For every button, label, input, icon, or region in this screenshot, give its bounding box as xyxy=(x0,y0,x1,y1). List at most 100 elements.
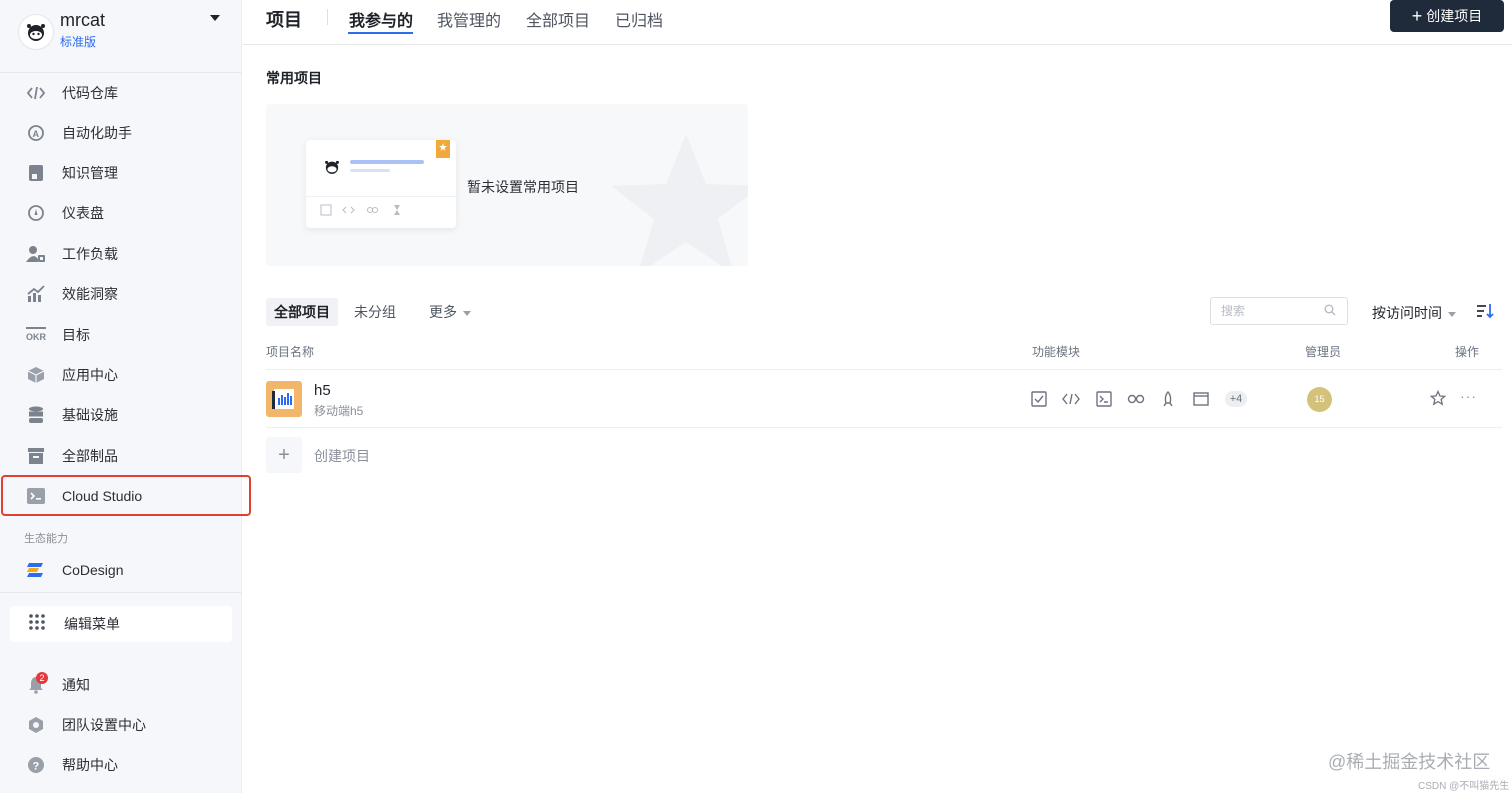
bookmark-star-icon xyxy=(436,140,450,158)
plus-icon: + xyxy=(1411,6,1423,26)
divider xyxy=(266,369,1502,370)
sidebar-item-label: 工作负载 xyxy=(62,246,118,262)
sidebar-item-label: 通知 xyxy=(62,677,90,693)
sidebar-item-okr[interactable]: OKR 目标 xyxy=(0,315,242,355)
highlight-box xyxy=(1,475,251,516)
workload-icon xyxy=(26,244,46,264)
team-switcher[interactable]: mrcat 标准版 xyxy=(18,8,228,58)
project-icon[interactable] xyxy=(266,381,302,417)
pipeline-module-icon[interactable] xyxy=(1127,390,1145,408)
sidebar-item-label: 目标 xyxy=(62,327,90,343)
tab-all-projects[interactable]: 全部项目 xyxy=(526,7,590,31)
edit-menu-button[interactable]: 编辑菜单 xyxy=(10,606,232,642)
create-project-label: 创建项目 xyxy=(1426,8,1483,24)
sidebar-item-codesign[interactable]: CoDesign xyxy=(0,550,242,590)
filter-all-projects[interactable]: 全部项目 xyxy=(266,298,338,326)
favorites-empty-text: 暂未设置常用项目 xyxy=(467,179,579,195)
favorite-star-icon[interactable] xyxy=(1430,390,1446,406)
sidebar-item-knowledge[interactable]: 知识管理 xyxy=(0,153,242,193)
sidebar-item-infra[interactable]: 基础设施 xyxy=(0,395,242,435)
chevron-down-icon xyxy=(1447,311,1456,317)
svg-text:?: ? xyxy=(33,761,40,773)
sort-order-icon[interactable] xyxy=(1476,303,1494,319)
tab-archived[interactable]: 已归档 xyxy=(615,7,663,31)
divider xyxy=(0,592,242,593)
sort-dropdown[interactable]: 按访问时间 xyxy=(1372,303,1456,323)
chevron-down-icon xyxy=(462,310,471,316)
team-plan-badge: 标准版 xyxy=(60,35,97,49)
more-modules-badge[interactable]: +4 xyxy=(1225,391,1247,407)
code-module-icon[interactable] xyxy=(1062,390,1080,408)
sidebar-item-code-repo[interactable]: 代码仓库 xyxy=(0,73,242,113)
column-header-actions: 操作 xyxy=(1455,345,1480,359)
create-project-button[interactable]: + 创建项目 xyxy=(1390,0,1504,32)
chevron-down-icon xyxy=(210,15,220,21)
create-project-link[interactable]: 创建项目 xyxy=(314,446,370,466)
project-avatar-icon xyxy=(325,160,339,174)
sidebar-item-label: 代码仓库 xyxy=(62,85,118,101)
active-tab-indicator xyxy=(348,32,413,34)
sort-label: 按访问时间 xyxy=(1372,305,1442,321)
okr-icon: OKR xyxy=(26,325,46,345)
favorites-placeholder-card xyxy=(306,140,456,228)
tab-participating[interactable]: 我参与的 xyxy=(349,7,413,31)
sidebar: mrcat 标准版 代码仓库 A 自动化助手 知识管理 仪表盘 工作负载 效能洞… xyxy=(0,0,251,793)
terminal-module-icon[interactable] xyxy=(1095,390,1113,408)
filter-more-label: 更多 xyxy=(429,304,457,320)
add-project-icon[interactable]: + xyxy=(266,437,302,473)
book-icon xyxy=(26,163,46,183)
column-header-name: 项目名称 xyxy=(266,345,315,359)
search-icon xyxy=(1324,304,1336,316)
sidebar-item-workload[interactable]: 工作负载 xyxy=(0,234,242,274)
column-header-modules: 功能模块 xyxy=(1032,345,1081,359)
notification-badge: 2 xyxy=(36,672,48,684)
archive-icon xyxy=(26,446,46,466)
avatar[interactable]: 15 xyxy=(1307,387,1332,412)
project-name[interactable]: h5 xyxy=(314,382,331,399)
favorites-empty-panel: 暂未设置常用项目 xyxy=(266,104,748,266)
sidebar-item-artifacts[interactable]: 全部制品 xyxy=(0,436,242,476)
column-header-admin: 管理员 xyxy=(1305,345,1342,359)
filter-more[interactable]: 更多 xyxy=(421,298,479,326)
svg-text:A: A xyxy=(33,129,40,139)
sidebar-item-label: 应用中心 xyxy=(62,367,118,383)
section-label-ecosystem: 生态能力 xyxy=(24,533,68,545)
sidebar-item-team-settings[interactable]: 团队设置中心 xyxy=(0,705,242,745)
sidebar-item-label: 效能洞察 xyxy=(62,286,118,302)
sidebar-item-help[interactable]: ? 帮助中心 xyxy=(0,745,242,785)
artifact-module-icon[interactable] xyxy=(1192,390,1210,408)
team-name: mrcat xyxy=(60,10,105,30)
more-actions-icon[interactable]: ··· xyxy=(1460,388,1477,404)
divider xyxy=(327,9,328,25)
watermark-secondary: CSDN @不叫猫先生 xyxy=(1418,781,1510,792)
page-title: 项目 xyxy=(266,10,302,30)
sidebar-item-automation[interactable]: A 自动化助手 xyxy=(0,113,242,153)
divider xyxy=(266,427,1502,428)
sidebar-item-label: 仪表盘 xyxy=(62,205,104,221)
sidebar-item-insights[interactable]: 效能洞察 xyxy=(0,274,242,314)
sidebar-item-label: 知识管理 xyxy=(62,165,118,181)
cube-icon xyxy=(26,365,46,385)
star-watermark-icon xyxy=(611,134,748,266)
sidebar-item-app-center[interactable]: 应用中心 xyxy=(0,355,242,395)
codesign-icon xyxy=(26,560,46,580)
svg-text:OKR: OKR xyxy=(26,332,46,342)
module-icons-icon xyxy=(320,204,400,216)
deploy-module-icon[interactable] xyxy=(1159,390,1177,408)
favorites-title: 常用项目 xyxy=(266,70,322,86)
sidebar-item-notifications[interactable]: 通知 xyxy=(0,665,242,705)
gauge-icon xyxy=(26,203,46,223)
sidebar-item-label: 团队设置中心 xyxy=(62,717,146,733)
tab-managed[interactable]: 我管理的 xyxy=(437,7,501,31)
sidebar-item-label: 全部制品 xyxy=(62,448,118,464)
chart-icon xyxy=(26,284,46,304)
watermark: @稀土掘金技术社区 xyxy=(1328,752,1491,772)
sidebar-item-label: 自动化助手 xyxy=(62,125,132,141)
settings-icon xyxy=(26,715,46,735)
sidebar-item-dashboard[interactable]: 仪表盘 xyxy=(0,193,242,233)
task-module-icon[interactable] xyxy=(1030,390,1048,408)
filter-ungrouped[interactable]: 未分组 xyxy=(346,298,404,326)
database-icon xyxy=(26,405,46,425)
sidebar-item-label: 帮助中心 xyxy=(62,757,118,773)
grid-icon xyxy=(28,613,46,636)
